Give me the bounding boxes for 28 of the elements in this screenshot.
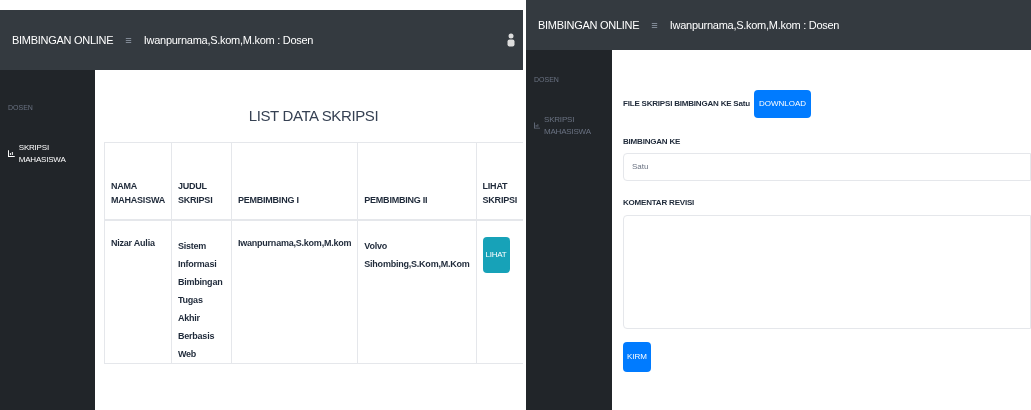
page-title: LIST DATA SKRIPSI <box>247 106 380 126</box>
user-icon[interactable] <box>507 33 515 47</box>
field-label: BIMBINGAN KE <box>623 136 682 148</box>
sidebar-item[interactable]: SKRIPSI MAHASISWA <box>534 113 612 138</box>
column-header: LIHAT SKRIPSI <box>476 142 523 220</box>
download-button[interactable]: DOWNLOAD <box>753 90 812 118</box>
chart-icon <box>534 122 540 129</box>
menu-icon[interactable]: ≡ <box>651 16 658 34</box>
column-header: PEMBIMBING II <box>357 142 477 220</box>
column-header: NAMA MAHASISWA <box>104 142 172 220</box>
column-header: JUDUL SKRIPSI <box>171 142 232 220</box>
table-cell: Iwanpurnama,S.kom,M.kom <box>231 220 358 364</box>
chart-icon <box>8 150 15 157</box>
table-cell: Nizar Aulia <box>104 220 172 364</box>
brand-title[interactable]: BIMBINGAN ONLINE <box>526 16 640 34</box>
user-title: Iwanpurnama,S.kom,M.kom : Dosen <box>143 32 314 48</box>
brand-title[interactable]: BIMBINGAN ONLINE <box>0 31 114 49</box>
menu-icon[interactable]: ≡ <box>125 31 132 49</box>
field-label: KOMENTAR REVISI <box>623 197 696 209</box>
input-field[interactable]: Satu <box>623 153 1031 181</box>
view-button[interactable]: LIHAT <box>482 237 510 273</box>
user-title: Iwanpurnama,S.kom,M.kom : Dosen <box>669 17 840 33</box>
table-cell: Sistem Informasi Bimbingan Tugas Akhir Berbasis Web <box>171 220 232 364</box>
file-label: FILE SKRIPSI BIMBINGAN KE Satu <box>623 98 750 110</box>
submit-button[interactable]: KIRM <box>623 342 651 372</box>
column-header: PEMBIMBING I <box>231 142 358 220</box>
table-cell: Volvo Sihombing,S.Kom,M.Kom <box>357 220 477 364</box>
sidebar-item[interactable]: SKRIPSI MAHASISWA <box>8 141 95 166</box>
